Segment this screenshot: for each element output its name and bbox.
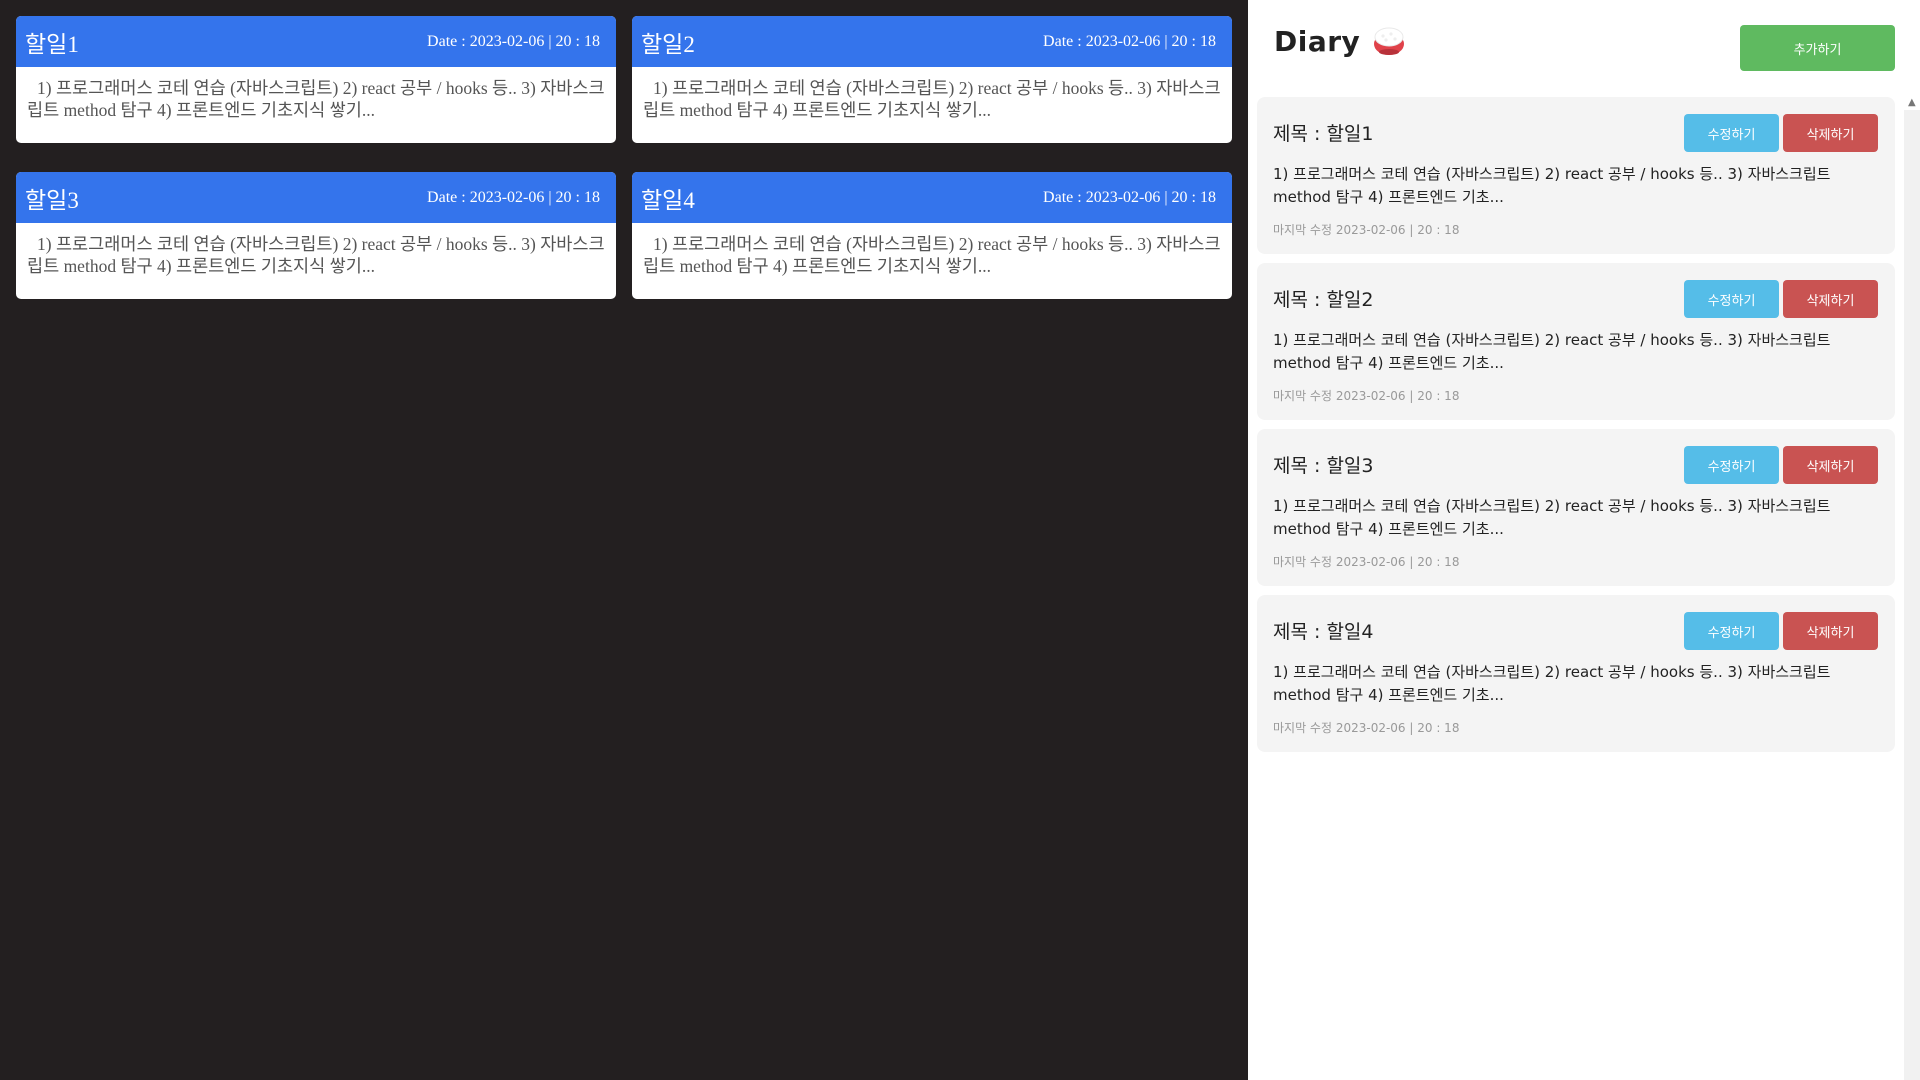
card-body: 1) 프로그래머스 코테 연습 (자바스크립트) 2) react 공부 / h…: [27, 78, 605, 120]
todo-card[interactable]: 할일2 Date : 2023-02-06 | 20 : 18 1) 프로그래머…: [632, 16, 1232, 143]
card-title: 할일4: [641, 187, 695, 213]
card-title: 할일1: [25, 31, 79, 57]
todo-card[interactable]: 할일3 Date : 2023-02-06 | 20 : 18 1) 프로그래머…: [16, 172, 616, 299]
card-title: 할일3: [25, 187, 79, 213]
item-body: 1) 프로그래머스 코테 연습 (자바스크립트) 2) react 공부 / h…: [1273, 165, 1831, 206]
delete-button[interactable]: 삭제하기: [1783, 280, 1878, 318]
scrollbar[interactable]: [1904, 110, 1920, 1080]
card-body: 1) 프로그래머스 코테 연습 (자바스크립트) 2) react 공부 / h…: [643, 78, 1221, 120]
todo-card[interactable]: 할일4 Date : 2023-02-06 | 20 : 18 1) 프로그래머…: [632, 172, 1232, 299]
sticky-board: 할일1 Date : 2023-02-06 | 20 : 18 1) 프로그래머…: [0, 0, 1248, 1080]
todo-card[interactable]: 할일1 Date : 2023-02-06 | 20 : 18 1) 프로그래머…: [16, 16, 616, 143]
card-header: 할일3 Date : 2023-02-06 | 20 : 18: [16, 172, 616, 223]
delete-button[interactable]: 삭제하기: [1783, 446, 1878, 484]
card-date: Date : 2023-02-06 | 20 : 18: [1043, 32, 1216, 50]
rice-bowl-icon: [1374, 27, 1405, 55]
card-header: 할일2 Date : 2023-02-06 | 20 : 18: [632, 16, 1232, 67]
list-item: 제목 : 할일3 수정하기 삭제하기 1) 프로그래머스 코테 연습 (자바스크…: [1257, 429, 1895, 586]
delete-button[interactable]: 삭제하기: [1783, 114, 1878, 152]
edit-button[interactable]: 수정하기: [1684, 446, 1779, 484]
list-item: 제목 : 할일4 수정하기 삭제하기 1) 프로그래머스 코테 연습 (자바스크…: [1257, 595, 1895, 752]
item-meta: 마지막 수정 2023-02-06 | 20 : 18: [1273, 721, 1460, 735]
item-title: 제목 : 할일2: [1273, 289, 1374, 311]
card-date: Date : 2023-02-06 | 20 : 18: [427, 32, 600, 50]
card-date: Date : 2023-02-06 | 20 : 18: [1043, 188, 1216, 206]
item-body: 1) 프로그래머스 코테 연습 (자바스크립트) 2) react 공부 / h…: [1273, 663, 1831, 704]
delete-button[interactable]: 삭제하기: [1783, 612, 1878, 650]
card-body: 1) 프로그래머스 코테 연습 (자바스크립트) 2) react 공부 / h…: [27, 234, 605, 276]
add-button[interactable]: 추가하기: [1740, 25, 1895, 71]
card-header: 할일4 Date : 2023-02-06 | 20 : 18: [632, 172, 1232, 223]
item-meta: 마지막 수정 2023-02-06 | 20 : 18: [1273, 555, 1460, 569]
item-body: 1) 프로그래머스 코테 연습 (자바스크립트) 2) react 공부 / h…: [1273, 331, 1831, 372]
edit-button[interactable]: 수정하기: [1684, 114, 1779, 152]
item-title: 제목 : 할일4: [1273, 621, 1374, 643]
list-item: 제목 : 할일2 수정하기 삭제하기 1) 프로그래머스 코테 연습 (자바스크…: [1257, 263, 1895, 420]
card-body: 1) 프로그래머스 코테 연습 (자바스크립트) 2) react 공부 / h…: [643, 234, 1221, 276]
item-meta: 마지막 수정 2023-02-06 | 20 : 18: [1273, 223, 1460, 237]
item-title: 제목 : 할일1: [1273, 123, 1374, 145]
page-title: Diary: [1274, 24, 1361, 58]
item-title: 제목 : 할일3: [1273, 455, 1374, 477]
panel-header: Diary: [1274, 24, 1406, 58]
diary-panel: Diary 추가하기 ▲ 제목 : 할일1 수정하기 삭제하기 1) 프로그래머…: [1248, 0, 1920, 1080]
list-item: 제목 : 할일1 수정하기 삭제하기 1) 프로그래머스 코테 연습 (자바스크…: [1257, 97, 1895, 254]
card-date: Date : 2023-02-06 | 20 : 18: [427, 188, 600, 206]
card-header: 할일1 Date : 2023-02-06 | 20 : 18: [16, 16, 616, 67]
edit-button[interactable]: 수정하기: [1684, 280, 1779, 318]
edit-button[interactable]: 수정하기: [1684, 612, 1779, 650]
item-meta: 마지막 수정 2023-02-06 | 20 : 18: [1273, 389, 1460, 403]
scroll-up-arrow-icon[interactable]: ▲: [1908, 97, 1918, 108]
card-title: 할일2: [641, 31, 695, 57]
item-body: 1) 프로그래머스 코테 연습 (자바스크립트) 2) react 공부 / h…: [1273, 497, 1831, 538]
